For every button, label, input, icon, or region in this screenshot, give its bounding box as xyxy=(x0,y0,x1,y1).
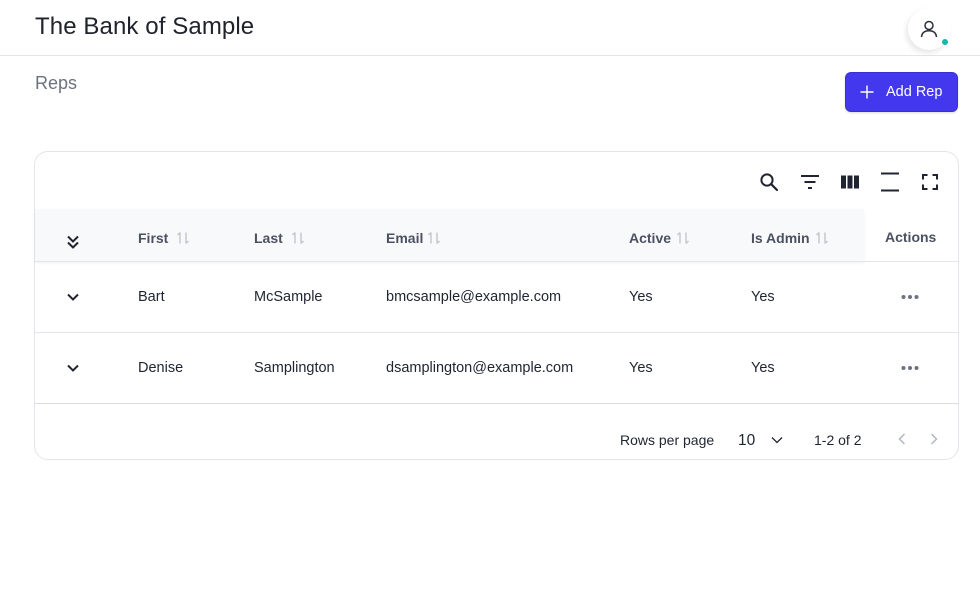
search-icon xyxy=(760,173,779,192)
column-header-active[interactable]: Active xyxy=(629,230,690,246)
columns-button[interactable] xyxy=(838,170,862,194)
cell-active: Yes xyxy=(629,289,653,305)
previous-page-button[interactable] xyxy=(894,431,910,447)
sort-icon xyxy=(428,231,441,245)
column-header-label: Last xyxy=(254,230,283,246)
pagination-range: 1-2 of 2 xyxy=(814,432,862,448)
chevron-down-icon xyxy=(771,437,783,444)
more-horizontal-icon xyxy=(901,295,919,299)
filter-icon xyxy=(801,175,819,189)
column-header-actions: Actions xyxy=(885,229,937,245)
next-page-button[interactable] xyxy=(926,431,942,447)
filter-button[interactable] xyxy=(798,170,822,194)
sort-icon xyxy=(177,231,190,245)
sort-icon xyxy=(677,231,690,245)
fullscreen-button[interactable] xyxy=(918,170,942,194)
cell-email: bmcsample@example.com xyxy=(386,289,562,305)
rows-per-page-label: Rows per page xyxy=(620,432,715,448)
table-header: First Last Email Active Is Admin xyxy=(35,209,864,261)
column-header-last[interactable]: Last xyxy=(254,230,305,246)
add-rep-label: Add Rep xyxy=(886,84,943,100)
sort-icon xyxy=(291,231,304,245)
reps-table-card: First Last Email Active Is Admin Actions… xyxy=(34,151,959,460)
user-avatar-button[interactable] xyxy=(908,8,950,50)
column-header-label: Is Admin xyxy=(751,230,810,246)
chevron-down-icon xyxy=(67,364,79,372)
column-header-first[interactable]: First xyxy=(138,230,190,246)
rows-per-page-select[interactable]: 10 xyxy=(738,428,786,454)
user-icon xyxy=(920,20,938,38)
app-title: The Bank of Sample xyxy=(35,13,255,40)
cell-first: Bart xyxy=(138,289,165,305)
cell-active: Yes xyxy=(629,360,653,376)
double-chevron-down-icon xyxy=(67,235,79,249)
rows-per-page-value: 10 xyxy=(738,432,756,449)
column-header-label: Active xyxy=(629,230,672,246)
expand-row-button[interactable] xyxy=(65,360,81,376)
cell-last: Samplington xyxy=(254,360,335,376)
column-header-email[interactable]: Email xyxy=(386,230,441,246)
chevron-left-icon xyxy=(898,433,906,445)
fullscreen-icon xyxy=(922,174,938,190)
expand-row-button[interactable] xyxy=(65,289,81,305)
columns-icon xyxy=(841,175,859,189)
page-title: Reps xyxy=(35,73,78,93)
row-actions-button[interactable] xyxy=(901,289,919,305)
column-header-is-admin[interactable]: Is Admin xyxy=(751,230,829,246)
cell-email: dsamplington@example.com xyxy=(386,360,574,376)
chevron-right-icon xyxy=(930,433,938,445)
top-bar: The Bank of Sample xyxy=(0,0,980,56)
row-actions-button[interactable] xyxy=(901,360,919,376)
footer-divider xyxy=(35,403,958,404)
cell-first: Denise xyxy=(138,360,184,376)
density-button[interactable] xyxy=(878,170,902,194)
cell-last: McSample xyxy=(254,289,323,305)
chevron-down-icon xyxy=(67,293,79,301)
search-button[interactable] xyxy=(757,170,781,194)
table-row: Denise Samplington dsamplington@example.… xyxy=(35,333,958,404)
cell-is-admin: Yes xyxy=(751,289,775,305)
density-icon xyxy=(881,172,899,192)
column-header-label: First xyxy=(138,230,169,246)
sort-icon xyxy=(815,231,828,245)
more-horizontal-icon xyxy=(901,366,919,370)
table-row: Bart McSample bmcsample@example.com Yes … xyxy=(35,262,958,333)
expand-all-button[interactable] xyxy=(65,234,81,250)
plus-icon xyxy=(860,85,874,99)
cell-is-admin: Yes xyxy=(751,360,775,376)
online-status-indicator xyxy=(941,38,949,46)
add-rep-button[interactable]: Add Rep xyxy=(845,72,958,112)
column-header-label: Email xyxy=(386,230,424,246)
